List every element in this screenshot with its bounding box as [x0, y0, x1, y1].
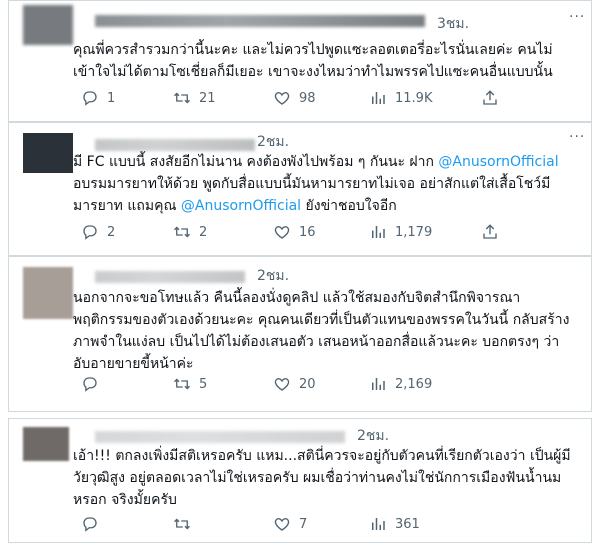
- retweet-button[interactable]: 5: [173, 375, 207, 393]
- avatar[interactable]: [23, 5, 73, 45]
- tweet-text: นอกจากจะขอโทษแล้ว คืนนี้ลองนั่งดูคลิป แล…: [73, 287, 575, 375]
- tweet-card[interactable]: 2ชม. ··· มี FC แบบนี้ สงสัยอีกไม่นาน คงต…: [8, 122, 592, 256]
- tweet-text-part: เอ้า!!! ตกลงเพิ่งมีสติเหรอครับ แหม...สติ…: [73, 448, 571, 508]
- tweet-text-part: ยังข่าชอบใจอีก: [301, 198, 397, 214]
- tweet-text: มี FC แบบนี้ สงสัยอีกไม่นาน คงต้องพังไปพ…: [73, 151, 575, 217]
- reply-icon: [81, 223, 99, 241]
- timestamp[interactable]: 2ชม.: [357, 425, 389, 447]
- retweet-button[interactable]: 2: [173, 223, 207, 241]
- like-button[interactable]: 20: [273, 375, 316, 393]
- views-icon: [369, 89, 387, 107]
- reply-icon: [81, 89, 99, 107]
- views-count: 361: [395, 516, 420, 532]
- reply-icon: [81, 515, 99, 533]
- avatar[interactable]: [23, 133, 73, 173]
- share-icon: [481, 223, 499, 241]
- like-button[interactable]: 16: [273, 223, 316, 241]
- like-count: 16: [299, 224, 316, 240]
- reply-count: 2: [107, 224, 116, 240]
- tweet-actions: 5 20 2,169: [73, 375, 579, 395]
- tweet-text-part: คุณพี่ควรสำรวมกว่านี้นะคะ และไม่ควรไปพูด…: [73, 42, 553, 80]
- retweet-count: 5: [199, 376, 208, 392]
- avatar[interactable]: [23, 267, 73, 319]
- tweet-text-part: มี FC แบบนี้ สงสัยอีกไม่นาน คงต้องพังไปพ…: [73, 154, 439, 170]
- reply-button[interactable]: 1: [81, 89, 115, 107]
- retweet-icon: [173, 515, 191, 533]
- retweet-icon: [173, 89, 191, 107]
- tweet-text: เอ้า!!! ตกลงเพิ่งมีสติเหรอครับ แหม...สติ…: [73, 445, 575, 511]
- views-button[interactable]: 1,179: [369, 223, 432, 241]
- views-button[interactable]: 361: [369, 515, 420, 533]
- like-count: 7: [299, 516, 308, 532]
- tweet-card[interactable]: 2ชม. นอกจากจะขอโทษแล้ว คืนนี้ลองนั่งดูคล…: [8, 256, 592, 412]
- tweet-actions: 2 2 16 1,179: [73, 223, 579, 243]
- more-options-icon[interactable]: ···: [569, 129, 585, 145]
- tweet-card[interactable]: 2ชม. เอ้า!!! ตกลงเพิ่งมีสติเหรอครับ แหม.…: [8, 418, 592, 543]
- avatar[interactable]: [23, 427, 69, 461]
- like-count: 20: [299, 376, 316, 392]
- timestamp[interactable]: 3ชม.: [437, 13, 469, 35]
- views-icon: [369, 223, 387, 241]
- mention-link[interactable]: @AnusornOfficial: [438, 154, 558, 170]
- views-count: 2,169: [395, 376, 433, 392]
- reply-button[interactable]: 2: [81, 223, 115, 241]
- reply-button[interactable]: [81, 375, 107, 393]
- heart-icon: [273, 515, 291, 533]
- share-button[interactable]: [481, 223, 507, 241]
- views-count: 11.9K: [395, 90, 433, 106]
- heart-icon: [273, 223, 291, 241]
- share-button[interactable]: [481, 89, 507, 107]
- views-button[interactable]: 2,169: [369, 375, 432, 393]
- more-options-icon[interactable]: ···: [569, 9, 585, 25]
- retweet-count: 2: [199, 224, 208, 240]
- views-button[interactable]: 11.9K: [369, 89, 432, 107]
- reply-count: 1: [107, 90, 116, 106]
- tweet-text: คุณพี่ควรสำรวมกว่านี้นะคะ และไม่ควรไปพูด…: [73, 39, 575, 83]
- tweet-card[interactable]: 3ชม. ··· คุณพี่ควรสำรวมกว่านี้นะคะ และไม…: [8, 0, 592, 122]
- heart-icon: [273, 89, 291, 107]
- author-name[interactable]: [95, 431, 345, 443]
- tweet-actions: 7 361: [73, 515, 579, 535]
- views-count: 1,179: [395, 224, 433, 240]
- timestamp[interactable]: 2ชม.: [257, 265, 289, 287]
- tweet-text-part: นอกจากจะขอโทษแล้ว คืนนี้ลองนั่งดูคลิป แล…: [73, 290, 570, 372]
- author-name[interactable]: [95, 139, 255, 151]
- like-button[interactable]: 7: [273, 515, 307, 533]
- mention-link[interactable]: @AnusornOfficial: [181, 198, 301, 214]
- reply-icon: [81, 375, 99, 393]
- reply-button[interactable]: [81, 515, 107, 533]
- heart-icon: [273, 375, 291, 393]
- tweet-actions: 1 21 98 11.9K: [73, 89, 579, 109]
- author-name[interactable]: [95, 15, 425, 27]
- retweet-count: 21: [199, 90, 216, 106]
- author-name[interactable]: [95, 271, 245, 283]
- like-count: 98: [299, 90, 316, 106]
- views-icon: [369, 515, 387, 533]
- views-icon: [369, 375, 387, 393]
- retweet-button[interactable]: 21: [173, 89, 216, 107]
- retweet-button[interactable]: [173, 515, 199, 533]
- retweet-icon: [173, 375, 191, 393]
- share-icon: [481, 89, 499, 107]
- timestamp[interactable]: 2ชม.: [257, 131, 289, 153]
- retweet-icon: [173, 223, 191, 241]
- like-button[interactable]: 98: [273, 89, 316, 107]
